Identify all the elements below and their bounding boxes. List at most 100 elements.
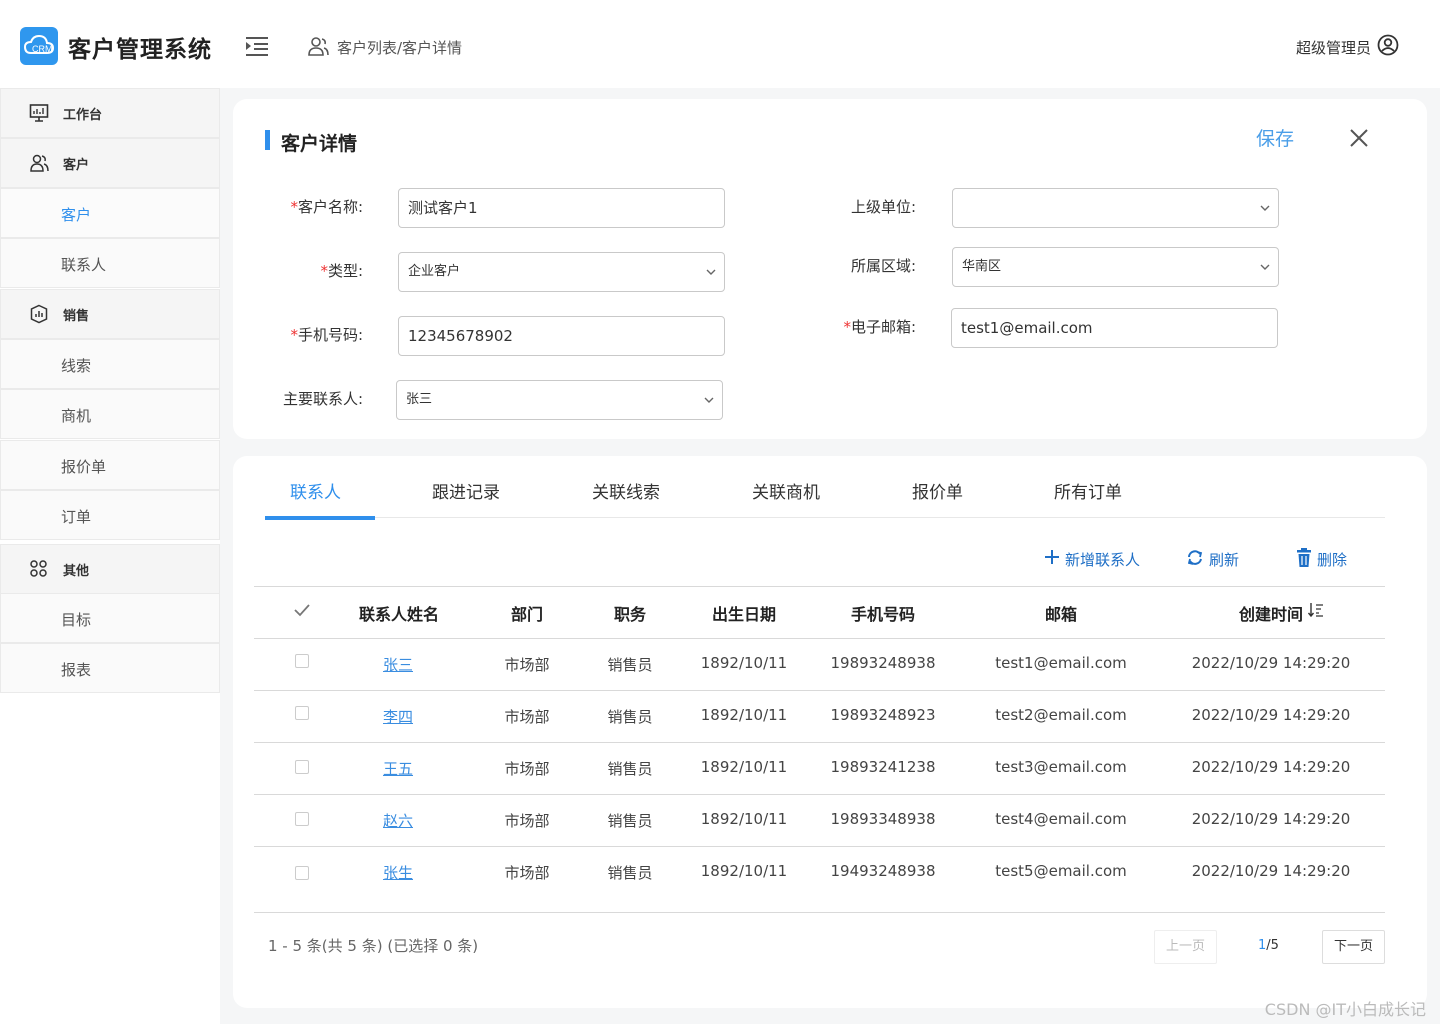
prev-page-button[interactable]: 上一页 bbox=[1154, 930, 1217, 964]
chevron-down-icon bbox=[704, 397, 714, 403]
next-page-button[interactable]: 下一页 bbox=[1322, 930, 1385, 964]
chevron-down-icon bbox=[706, 269, 716, 275]
table-cell: test1@email.com bbox=[995, 654, 1127, 672]
table-cell: 销售员 bbox=[607, 864, 653, 882]
table-cell: 2022/10/29 14:29:20 bbox=[1191, 758, 1351, 776]
close-icon[interactable] bbox=[1348, 127, 1370, 149]
customer-name-field[interactable]: 测试客户1 bbox=[398, 188, 725, 228]
table-cell: test2@email.com bbox=[995, 706, 1127, 724]
sidebar-item-customer[interactable]: 客户 bbox=[0, 188, 220, 238]
logo-text: CRM bbox=[32, 44, 53, 54]
sidebar-item-leads[interactable]: 线索 bbox=[0, 339, 220, 389]
tab-quotes[interactable]: 报价单 bbox=[912, 478, 963, 503]
main-contact-select-value: 张三 bbox=[406, 392, 433, 407]
table-cell: 销售员 bbox=[607, 708, 653, 726]
main-contact-select[interactable]: 张三 bbox=[396, 380, 723, 420]
row-divider bbox=[254, 846, 1385, 847]
sidebar-item-quotes[interactable]: 报价单 bbox=[0, 440, 220, 490]
sidebar-item-label: 报表 bbox=[61, 661, 92, 679]
column-header-birthdate[interactable]: 出生日期 bbox=[712, 601, 776, 625]
type-select-value: 企业客户 bbox=[408, 264, 461, 279]
table-cell: 19893241238 bbox=[830, 758, 936, 776]
sidebar-item-orders[interactable]: 订单 bbox=[0, 490, 220, 540]
parent-unit-select[interactable] bbox=[952, 188, 1279, 228]
sidebar-item-workbench[interactable]: 工作台 bbox=[0, 88, 220, 138]
row-checkbox[interactable] bbox=[295, 706, 309, 720]
sidebar-item-label: 其他 bbox=[63, 564, 90, 579]
table-cell: 2022/10/29 14:29:20 bbox=[1191, 706, 1351, 724]
row-checkbox[interactable] bbox=[295, 654, 309, 668]
table-cell: 2022/10/29 14:29:20 bbox=[1191, 862, 1351, 880]
table-cell: 市场部 bbox=[504, 760, 550, 778]
table-cell: 1892/10/11 bbox=[700, 654, 788, 672]
tab-follow-up[interactable]: 跟进记录 bbox=[432, 478, 500, 503]
table-cell: 19493248938 bbox=[830, 862, 936, 880]
row-checkbox[interactable] bbox=[295, 760, 309, 774]
tab-contacts[interactable]: 联系人 bbox=[290, 478, 341, 503]
contact-name-link[interactable]: 赵六 bbox=[383, 810, 413, 831]
table-cell: 1892/10/11 bbox=[700, 810, 788, 828]
chevron-down-icon bbox=[1260, 264, 1270, 270]
row-checkbox[interactable] bbox=[295, 866, 309, 880]
user-avatar-icon[interactable] bbox=[1377, 34, 1399, 56]
sidebar-item-opportunities[interactable]: 商机 bbox=[0, 389, 220, 439]
sidebar-item-label: 线索 bbox=[61, 357, 92, 375]
required-mark: * bbox=[843, 318, 851, 336]
sort-icon[interactable] bbox=[1308, 602, 1324, 618]
type-select[interactable]: 企业客户 bbox=[398, 252, 725, 292]
sidebar-group-customer[interactable]: 客户 bbox=[0, 138, 220, 188]
table-header-top-border bbox=[254, 586, 1385, 587]
region-select[interactable]: 华南区 bbox=[952, 247, 1279, 287]
breadcrumb: 客户列表/客户详情 bbox=[337, 39, 463, 57]
row-divider bbox=[254, 690, 1385, 691]
chevron-down-icon bbox=[1260, 205, 1270, 211]
column-header-phone[interactable]: 手机号码 bbox=[851, 601, 915, 625]
contact-name-link[interactable]: 张三 bbox=[383, 654, 413, 675]
source-watermark: CSDN @IT小白成长记 bbox=[1264, 1000, 1426, 1019]
row-checkbox[interactable] bbox=[295, 812, 309, 826]
customer-name-label: *客户名称: bbox=[283, 196, 363, 217]
sidebar: 工作台 客户 客户 联系人 销售 线索 商机 报价单 订单 其他 目标 报表 bbox=[0, 88, 220, 1024]
plus-icon bbox=[1045, 550, 1059, 564]
refresh-icon bbox=[1187, 550, 1203, 565]
row-divider bbox=[254, 794, 1385, 795]
menu-collapse-icon[interactable] bbox=[245, 35, 269, 57]
contact-name-link[interactable]: 王五 bbox=[383, 758, 413, 779]
field-label-text: 电子邮箱: bbox=[850, 318, 916, 336]
top-header: CRM 客户管理系统 客户列表/客户详情 超级管理员 bbox=[0, 0, 1440, 88]
column-header-email[interactable]: 邮箱 bbox=[1045, 601, 1077, 625]
email-label: *电子邮箱: bbox=[806, 316, 916, 337]
table-cell: 销售员 bbox=[607, 760, 653, 778]
sidebar-item-label: 目标 bbox=[61, 611, 92, 629]
sidebar-group-other[interactable]: 其他 bbox=[0, 544, 220, 594]
column-header-name[interactable]: 联系人姓名 bbox=[359, 601, 439, 625]
sidebar-item-reports[interactable]: 报表 bbox=[0, 643, 220, 693]
table-cell: 1892/10/11 bbox=[700, 706, 788, 724]
select-all-check-icon[interactable] bbox=[293, 603, 311, 617]
tab-related-leads[interactable]: 关联线索 bbox=[592, 478, 660, 503]
contact-name-link[interactable]: 张生 bbox=[383, 862, 413, 883]
email-field[interactable]: test1@email.com bbox=[951, 308, 1278, 348]
column-header-department[interactable]: 部门 bbox=[511, 601, 543, 625]
total-pages: /5 bbox=[1266, 938, 1279, 953]
column-header-position[interactable]: 职务 bbox=[614, 601, 646, 625]
monitor-icon bbox=[29, 104, 49, 122]
sidebar-item-targets[interactable]: 目标 bbox=[0, 593, 220, 643]
shield-icon bbox=[30, 304, 48, 324]
save-button[interactable]: 保存 bbox=[1256, 124, 1294, 151]
contact-name-link[interactable]: 李四 bbox=[383, 706, 413, 727]
sidebar-item-contacts[interactable]: 联系人 bbox=[0, 238, 220, 288]
field-label-text: 类型: bbox=[327, 262, 363, 280]
table-cell: 市场部 bbox=[504, 656, 550, 674]
table-cell: 2022/10/29 14:29:20 bbox=[1191, 810, 1351, 828]
phone-field[interactable]: 12345678902 bbox=[398, 316, 725, 356]
column-header-created-time[interactable]: 创建时间 bbox=[1239, 601, 1303, 625]
active-tab-indicator bbox=[265, 516, 375, 520]
field-label-text: 手机号码: bbox=[297, 326, 363, 344]
table-cell: 1892/10/11 bbox=[700, 862, 788, 880]
sidebar-group-sales[interactable]: 销售 bbox=[0, 289, 220, 339]
tab-related-opportunities[interactable]: 关联商机 bbox=[752, 478, 820, 503]
table-cell: 市场部 bbox=[504, 812, 550, 830]
tab-all-orders[interactable]: 所有订单 bbox=[1054, 478, 1122, 503]
grid-icon bbox=[30, 560, 47, 577]
